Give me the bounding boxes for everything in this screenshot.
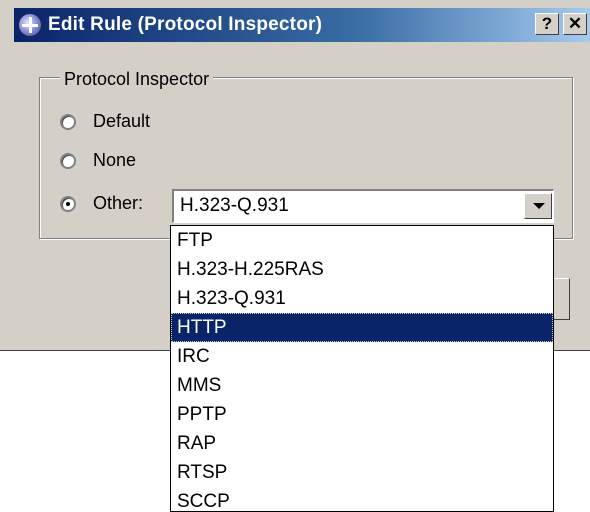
dropdown-item[interactable]: H.323-Q.931 (171, 284, 553, 313)
title-bar[interactable]: Edit Rule (Protocol Inspector) ? ✕ (14, 8, 590, 42)
app-icon (18, 13, 42, 37)
help-button[interactable]: ? (535, 13, 559, 35)
close-button[interactable]: ✕ (563, 13, 587, 35)
chevron-down-icon[interactable] (524, 193, 552, 219)
dropdown-item[interactable]: SCCP (171, 487, 553, 511)
dropdown-item[interactable]: RAP (171, 429, 553, 458)
radio-other[interactable]: Other: (60, 193, 143, 214)
dropdown-item[interactable]: FTP (171, 226, 553, 255)
dropdown-item[interactable]: PPTP (171, 400, 553, 429)
radio-none-circle[interactable] (60, 152, 76, 169)
dialog-title: Edit Rule (Protocol Inspector) (48, 14, 323, 35)
protocol-combobox[interactable]: H.323-Q.931 (172, 189, 554, 223)
protocol-dropdown-list[interactable]: FTP H.323-H.225RAS H.323-Q.931 HTTP IRC MMS PP… (170, 225, 554, 512)
dropdown-item[interactable]: RTSP (171, 458, 553, 487)
radio-none[interactable]: None (60, 150, 136, 171)
radio-none-label: None (93, 150, 137, 170)
combobox-value: H.323-Q.931 (180, 195, 289, 216)
group-label: Protocol Inspector (60, 69, 214, 90)
radio-other-label: Other: (93, 193, 144, 213)
radio-default[interactable]: Default (60, 111, 150, 132)
dropdown-item[interactable]: H.323-H.225RAS (171, 255, 553, 284)
radio-default-label: Default (93, 111, 151, 131)
radio-other-circle[interactable] (60, 195, 76, 212)
dropdown-item[interactable]: MMS (171, 371, 553, 400)
radio-default-circle[interactable] (60, 113, 76, 130)
dropdown-item[interactable]: HTTP (171, 313, 553, 342)
dropdown-item[interactable]: IRC (171, 342, 553, 371)
